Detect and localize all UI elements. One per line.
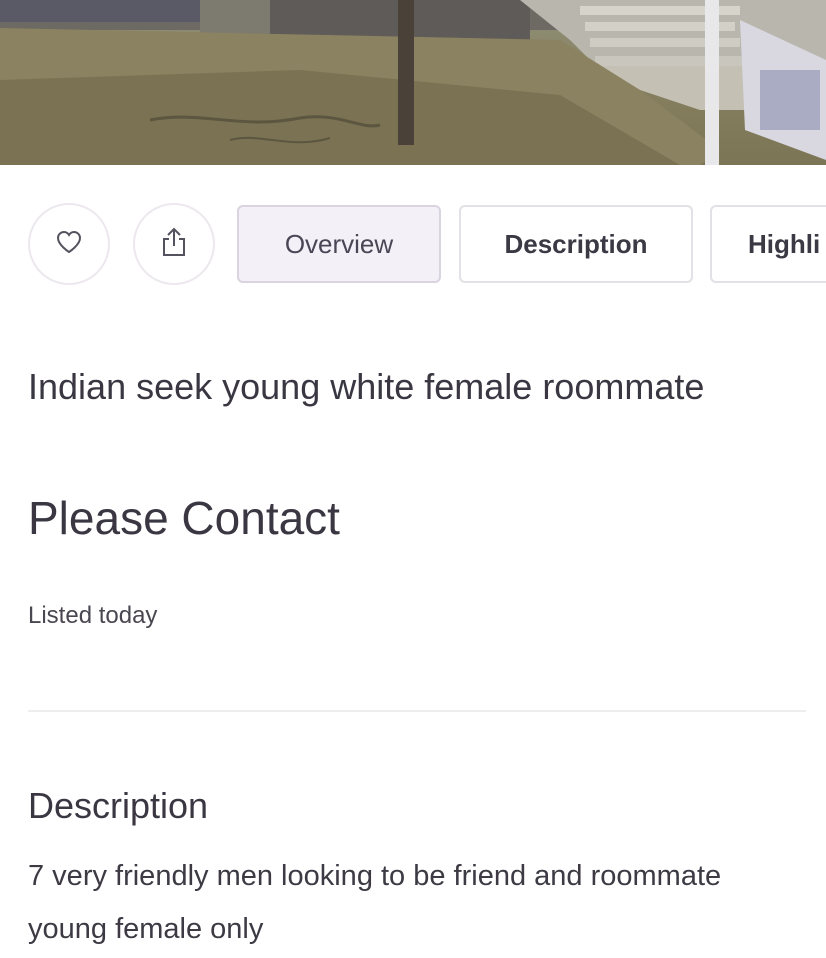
section-divider bbox=[28, 710, 806, 712]
listing-photo[interactable] bbox=[0, 0, 826, 165]
tab-overview-label: Overview bbox=[284, 228, 394, 259]
tab-description-label: Description bbox=[504, 228, 648, 259]
tab-highlights[interactable]: Highli bbox=[710, 205, 826, 283]
listing-price: Please Contact bbox=[28, 492, 340, 544]
listing-title: Indian seek young white female roommate bbox=[28, 366, 705, 407]
tab-description[interactable]: Description bbox=[459, 205, 693, 283]
share-button[interactable] bbox=[133, 203, 215, 285]
listing-photo-image bbox=[0, 0, 826, 165]
favorite-button[interactable] bbox=[28, 203, 110, 285]
tab-overview[interactable]: Overview bbox=[237, 205, 441, 283]
description-heading: Description bbox=[28, 785, 209, 826]
action-bar: Overview Description Highli bbox=[0, 200, 826, 288]
tab-highlights-label: Highli bbox=[748, 228, 821, 259]
heart-icon bbox=[56, 230, 82, 259]
listed-date: Listed today bbox=[28, 602, 158, 629]
description-body: 7 very friendly men looking to be friend… bbox=[28, 860, 722, 945]
share-icon bbox=[161, 227, 187, 262]
